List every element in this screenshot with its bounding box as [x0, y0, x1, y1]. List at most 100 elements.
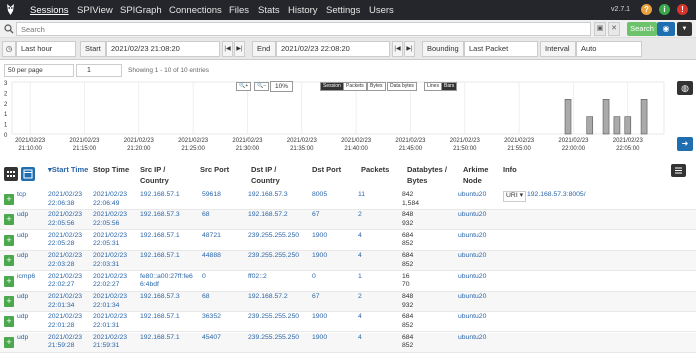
table-row[interactable]: + udp 2021/02/23 22:03:28 2021/02/23 22:03:31…	[0, 251, 696, 272]
src-ip-cell[interactable]: 192.168.57.1	[140, 334, 180, 343]
arkime-node-cell[interactable]: ubuntu20	[458, 232, 486, 241]
dst-port-cell[interactable]: 67	[312, 293, 320, 302]
protocol-cell[interactable]: udp	[17, 313, 28, 322]
eye-icon[interactable]: ◉	[657, 22, 675, 36]
plus-icon[interactable]: +	[4, 296, 14, 307]
src-ip-cell[interactable]: fe80::a00:27ff:fe6 6:4bdf	[140, 273, 193, 290]
src-port-cell[interactable]: 36352	[202, 313, 221, 322]
plus-icon[interactable]: +	[4, 316, 14, 328]
clear-icon[interactable]: ✕	[608, 22, 620, 36]
src-ip-cell[interactable]: 192.168.57.3	[140, 293, 180, 302]
table-row[interactable]: + udp 2021/02/23 22:01:34 2021/02/23 22:01:34…	[0, 292, 696, 312]
src-ip-cell[interactable]: 192.168.57.1	[140, 232, 180, 241]
protocol-cell[interactable]: udp	[17, 334, 28, 343]
packets-cell[interactable]: 4	[358, 334, 362, 343]
graph-type-session[interactable]: Session	[320, 82, 344, 91]
src-ip-cell[interactable]: 192.168.57.1	[140, 252, 180, 261]
stop-time-cell[interactable]: 2021/02/23 22:05:31	[93, 232, 127, 249]
protocol-cell[interactable]: tcp	[17, 191, 26, 200]
stop-time-cell[interactable]: 2021/02/23 22:05:56	[93, 211, 127, 228]
info-cell[interactable]: 192.168.57.3:8005/	[527, 191, 586, 200]
stop-time-cell[interactable]: 2021/02/23 21:59:31	[93, 334, 127, 351]
stop-time-cell[interactable]: 2021/02/23 22:06:49	[93, 191, 127, 208]
packets-cell[interactable]: 2	[358, 211, 362, 220]
dst-ip-cell[interactable]: 192.168.57.3	[248, 191, 288, 200]
header-stop-time[interactable]: Stop Time	[93, 164, 133, 175]
protocol-cell[interactable]: icmp6	[17, 273, 35, 282]
header-start-time[interactable]: ▾Start Time	[48, 164, 88, 175]
src-port-cell[interactable]: 45407	[202, 334, 221, 343]
dst-port-cell[interactable]: 0	[312, 273, 316, 282]
stop-time-cell[interactable]: 2021/02/23 22:02:27	[93, 273, 127, 290]
stop-time-cell[interactable]: 2021/02/23 22:03:31	[93, 252, 127, 269]
end-time-input[interactable]: 2021/02/23 22:08:20	[276, 41, 390, 57]
graph-type-databytes[interactable]: Data bytes	[387, 82, 417, 91]
owl-logo-icon[interactable]	[6, 3, 15, 16]
header-dst-port[interactable]: Dst Port	[312, 164, 341, 175]
packets-cell[interactable]: 4	[358, 252, 362, 261]
packets-cell[interactable]: 2	[358, 293, 362, 302]
src-port-cell[interactable]: 59618	[202, 191, 221, 200]
search-button[interactable]: Search	[627, 22, 657, 36]
arkime-node-cell[interactable]: ubuntu20	[458, 273, 486, 282]
protocol-cell[interactable]: udp	[17, 211, 28, 220]
start-time-cell[interactable]: 2021/02/23 22:05:56	[48, 211, 82, 228]
arkime-node-cell[interactable]: ubuntu20	[458, 211, 486, 220]
plus-icon[interactable]: +	[4, 255, 14, 267]
table-row[interactable]: + tcp 2021/02/23 22:06:38 2021/02/23 22:06:49…	[0, 190, 696, 210]
arkime-node-cell[interactable]: ubuntu20	[458, 334, 486, 343]
dst-ip-cell[interactable]: 239.255.255.250	[248, 313, 299, 322]
start-next-icon[interactable]: ▶|	[234, 41, 245, 57]
protocol-cell[interactable]: udp	[17, 232, 28, 241]
header-dst-ip[interactable]: Dst IP / Country	[251, 164, 301, 186]
dst-port-cell[interactable]: 8005	[312, 191, 327, 200]
src-ip-cell[interactable]: 192.168.57.1	[140, 313, 180, 322]
dst-port-cell[interactable]: 67	[312, 211, 320, 220]
table-row[interactable]: + udp 2021/02/23 21:59:28 2021/02/23 21:59:31…	[0, 332, 696, 353]
nav-sessions[interactable]: Sessions	[30, 5, 69, 16]
table-row[interactable]: + udp 2021/02/23 22:05:28 2021/02/23 22:05:31…	[0, 231, 696, 251]
dst-port-cell[interactable]: 1900	[312, 252, 327, 261]
packets-cell[interactable]: 4	[358, 232, 362, 241]
search-input[interactable]	[16, 22, 591, 36]
page-number[interactable]: 1	[76, 64, 122, 77]
start-time-cell[interactable]: 2021/02/23 22:01:34	[48, 293, 82, 310]
zoom-level-select[interactable]: 10%	[270, 81, 294, 92]
table-row[interactable]: + udp 2021/02/23 22:05:56 2021/02/23 22:05:56…	[0, 210, 696, 231]
alert-icon[interactable]: !	[677, 4, 688, 15]
dst-port-cell[interactable]: 1900	[312, 232, 327, 241]
nav-spiview[interactable]: SPIView	[77, 5, 113, 16]
src-port-cell[interactable]: 68	[202, 211, 210, 220]
nav-files[interactable]: Files	[229, 5, 249, 16]
arkime-node-cell[interactable]: ubuntu20	[458, 313, 486, 322]
dst-ip-cell[interactable]: 239.255.255.250	[248, 232, 299, 241]
dst-port-cell[interactable]: 1900	[312, 334, 327, 343]
dst-ip-cell[interactable]: 239.255.255.250	[248, 334, 299, 343]
header-src-port[interactable]: Src Port	[200, 164, 229, 175]
save-icon[interactable]: ▣	[594, 22, 606, 36]
graph-type-bytes[interactable]: Bytes	[367, 82, 386, 91]
src-ip-cell[interactable]: 192.168.57.3	[140, 211, 180, 220]
dst-ip-cell[interactable]: ff02::2	[248, 273, 267, 282]
protocol-cell[interactable]: udp	[17, 293, 28, 302]
arkime-node-cell[interactable]: ubuntu20	[458, 293, 486, 302]
src-port-cell[interactable]: 48721	[202, 232, 221, 241]
nav-stats[interactable]: Stats	[258, 5, 280, 16]
stop-time-cell[interactable]: 2021/02/23 22:01:34	[93, 293, 127, 310]
start-time-cell[interactable]: 2021/02/23 21:59:28	[48, 334, 82, 351]
table-row[interactable]: + udp 2021/02/23 22:01:28 2021/02/23 22:01:31…	[0, 312, 696, 333]
start-time-cell[interactable]: 2021/02/23 22:03:28	[48, 252, 82, 269]
plus-icon[interactable]: +	[4, 214, 14, 226]
start-time-cell[interactable]: 2021/02/23 22:02:27	[48, 273, 82, 290]
plus-icon[interactable]: +	[4, 194, 14, 205]
bounding-select[interactable]: Last Packet	[464, 41, 538, 57]
header-databytes[interactable]: Databytes / Bytes	[407, 164, 453, 186]
packets-cell[interactable]: 1	[358, 273, 362, 282]
caret-down-icon[interactable]: ▼	[677, 22, 692, 36]
globe-icon[interactable]: ◍	[677, 81, 693, 95]
nav-spigraph[interactable]: SPIGraph	[120, 5, 162, 16]
dst-ip-cell[interactable]: 192.168.57.2	[248, 211, 288, 220]
stop-time-cell[interactable]: 2021/02/23 22:01:31	[93, 313, 127, 330]
nav-history[interactable]: History	[288, 5, 318, 16]
table-layout-icon[interactable]	[21, 167, 35, 181]
